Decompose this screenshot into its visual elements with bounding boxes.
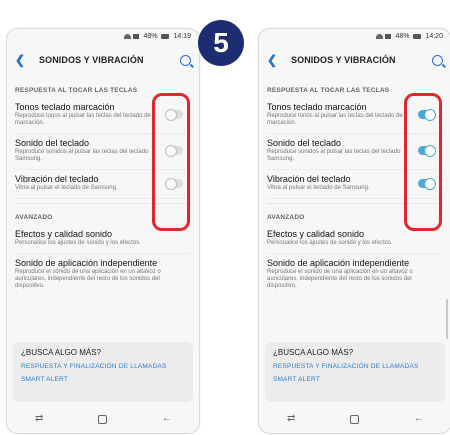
link-smart-alert[interactable]: SMART ALERT [21,376,185,383]
recent-apps-icon[interactable]: ⇄ [286,414,296,424]
setting-title: Vibración del teclado [267,174,351,184]
status-time: 14:19 [173,32,191,40]
setting-title: Sonido de aplicación independiente [15,258,158,268]
setting-description: Personalice los ajustes de sonido y los … [267,240,393,246]
wifi-icon [376,33,384,39]
app-bar: ❮ SONIDOS Y VIBRACIÓN [259,43,450,77]
home-icon[interactable] [350,414,360,424]
phone-screen-before: 48% 14:19 ❮ SONIDOS Y VIBRACIÓN RESPUEST… [6,28,200,434]
link-smart-alert[interactable]: SMART ALERT [273,376,437,383]
signal-icon [385,33,392,39]
battery-percent: 48% [395,32,410,40]
setting-description: Vibra al pulsar el teclado de Samsung. [15,185,118,191]
status-bar: 48% 14:19 [7,29,199,43]
battery-icon [161,33,170,39]
step-number-badge: 5 [198,20,244,66]
setting-title: Sonido del teclado [15,138,90,148]
signal-icon [133,33,140,39]
toggle-highlight-left [152,93,190,231]
battery-icon [413,33,422,39]
back-arrow-icon[interactable]: ❮ [15,53,29,67]
page-title: SONIDOS Y VIBRACIÓN [291,55,396,65]
page-title: SONIDOS Y VIBRACIÓN [39,55,144,65]
setting-title: Sonido de aplicación independiente [267,258,410,268]
setting-description: Vibra al pulsar el teclado de Samsung. [267,185,370,191]
setting-title: Tonos teclado marcación [267,102,367,112]
setting-separate-app-sound[interactable]: Sonido de aplicación independiente Repro… [267,254,443,296]
app-bar: ❮ SONIDOS Y VIBRACIÓN [7,43,199,77]
back-icon[interactable]: ← [162,414,172,424]
setting-description: Reproduce tonos al pulsar las teclas del… [267,113,403,126]
back-icon[interactable]: ← [414,414,424,424]
setting-description: Personalice los ajustes de sonido y los … [15,240,141,246]
card-title: ¿BUSCA ALGO MÁS? [21,348,102,357]
back-arrow-icon[interactable]: ❮ [267,53,281,67]
card-title: ¿BUSCA ALGO MÁS? [273,348,354,357]
toggle-highlight-right [404,93,442,231]
home-icon[interactable] [98,414,108,424]
setting-description: Reproduce el sonido de una aplicación en… [15,269,161,289]
status-time: 14:20 [425,32,443,40]
setting-description: Reproduce sonidos al pulsar las teclas d… [267,149,401,162]
phone-screen-after: 48% 14:20 ❮ SONIDOS Y VIBRACIÓN RESPUEST… [258,28,450,434]
battery-percent: 48% [143,32,158,40]
looking-for-more-card: ¿BUSCA ALGO MÁS? RESPUESTA Y FINALIZACIÓ… [265,342,445,402]
setting-title: Sonido del teclado [267,138,342,148]
navigation-bar: ⇄ ← [7,405,199,433]
setting-description: Reproduce sonidos al pulsar las teclas d… [15,149,149,162]
status-bar: 48% 14:20 [259,29,450,43]
setting-description: Reproduce tonos al pulsar las teclas del… [15,113,151,126]
setting-separate-app-sound[interactable]: Sonido de aplicación independiente Repro… [15,254,191,296]
setting-title: Vibración del teclado [15,174,99,184]
setting-title: Tonos teclado marcación [15,102,115,112]
status-icons [376,33,392,39]
recent-apps-icon[interactable]: ⇄ [34,414,44,424]
search-icon[interactable] [432,54,443,66]
wifi-icon [124,33,132,39]
search-icon[interactable] [180,54,191,66]
setting-description: Reproduce el sonido de una aplicación en… [267,269,413,289]
link-call-answering[interactable]: RESPUESTA Y FINALIZACIÓN DE LLAMADAS [21,363,185,370]
status-icons [124,33,140,39]
tutorial-stage: 48% 14:19 ❮ SONIDOS Y VIBRACIÓN RESPUEST… [0,0,450,435]
navigation-bar: ⇄ ← [259,405,450,433]
scrollbar[interactable] [446,299,448,339]
looking-for-more-card: ¿BUSCA ALGO MÁS? RESPUESTA Y FINALIZACIÓ… [13,342,193,402]
link-call-answering[interactable]: RESPUESTA Y FINALIZACIÓN DE LLAMADAS [273,363,437,370]
